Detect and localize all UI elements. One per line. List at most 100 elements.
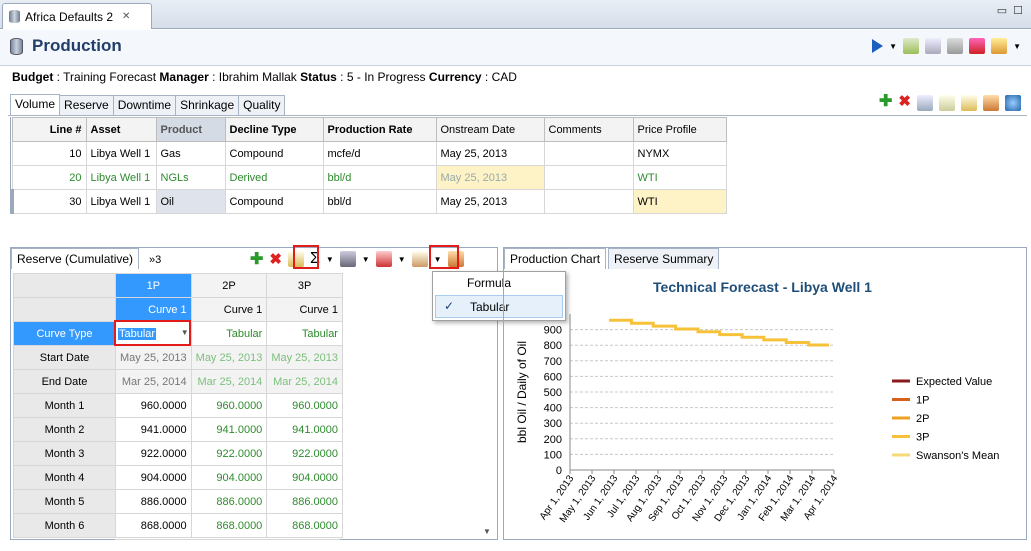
col-price-profile[interactable]: Price Profile xyxy=(632,117,727,142)
case-3p[interactable]: 3P xyxy=(266,273,343,298)
refresh-icon[interactable] xyxy=(1005,95,1021,111)
cell-decline-type[interactable]: Compound xyxy=(224,141,324,166)
edit-icon[interactable] xyxy=(961,95,977,111)
cell-production-rate[interactable]: bbl/d xyxy=(322,189,437,214)
cell-comments[interactable] xyxy=(543,189,634,214)
tab-reserve[interactable]: Reserve xyxy=(59,95,114,115)
editor-tab[interactable]: Africa Defaults 2 ✕ xyxy=(2,3,152,29)
value-cell[interactable]: 886.0000 xyxy=(190,489,268,514)
value-cell[interactable]: 922.0000 xyxy=(115,441,192,466)
chart-icon[interactable] xyxy=(917,95,933,111)
value-cell[interactable]: 941.0000 xyxy=(190,417,268,442)
curve-type-cell[interactable]: Tabular xyxy=(190,321,268,346)
value-cell[interactable]: 922.0000 xyxy=(190,441,268,466)
copy-icon[interactable] xyxy=(939,95,955,111)
value-cell[interactable]: 904.0000 xyxy=(190,465,268,490)
cell-production-rate[interactable]: bbl/d xyxy=(322,165,437,190)
case-1p[interactable]: 1P xyxy=(115,273,192,298)
value-cell[interactable]: 886.0000 xyxy=(115,489,192,514)
date-cell[interactable]: Mar 25, 2014 xyxy=(115,369,192,394)
curve-3p[interactable]: Curve 1 xyxy=(266,297,343,322)
value-cell[interactable]: 960.0000 xyxy=(115,393,192,418)
maximize-icon[interactable]: ☐ xyxy=(1013,4,1023,17)
delete-icon[interactable]: ✖ xyxy=(898,94,911,111)
date-cell[interactable]: May 25, 2013 xyxy=(190,345,268,370)
case-2p[interactable]: 2P xyxy=(190,273,268,298)
tab-quality[interactable]: Quality xyxy=(238,95,286,115)
cell-onstream-date[interactable]: May 25, 2013 xyxy=(435,141,545,166)
tab-production-chart[interactable]: Production Chart xyxy=(504,248,607,269)
cell-decline-type[interactable]: Derived xyxy=(224,165,324,190)
tab-downtime[interactable]: Downtime xyxy=(112,95,177,115)
table-row[interactable]: 20 Libya Well 1 NGLs Derived bbl/d May 2… xyxy=(11,165,727,190)
chevron-down-icon[interactable]: ▼ xyxy=(362,255,370,264)
value-cell[interactable]: 904.0000 xyxy=(266,465,343,490)
add-icon[interactable]: ✚ xyxy=(250,249,263,269)
cell-product[interactable]: Gas xyxy=(155,141,226,166)
date-cell[interactable]: May 25, 2013 xyxy=(115,345,192,370)
date-cell[interactable]: May 25, 2013 xyxy=(266,345,343,370)
date-cell[interactable]: Mar 25, 2014 xyxy=(190,369,268,394)
cell-product[interactable]: Oil xyxy=(155,189,226,214)
value-cell[interactable]: 868.0000 xyxy=(266,513,343,538)
col-production-rate[interactable]: Production Rate xyxy=(322,117,437,142)
cell-asset[interactable]: Libya Well 1 xyxy=(85,165,157,190)
value-cell[interactable]: 904.0000 xyxy=(115,465,192,490)
cell-asset[interactable]: Libya Well 1 xyxy=(85,189,157,214)
tab-volume[interactable]: Volume xyxy=(10,94,61,115)
thumbs-down-icon[interactable] xyxy=(947,38,964,54)
curve-type-cell[interactable]: Tabular xyxy=(266,321,343,346)
chevron-down-icon[interactable]: ▼ xyxy=(889,42,897,51)
cell-onstream-date[interactable]: May 25, 2013 xyxy=(435,189,545,214)
value-cell[interactable]: 868.0000 xyxy=(190,513,268,538)
col-onstream-date[interactable]: Onstream Date xyxy=(435,117,545,142)
tab-reserve-cumulative[interactable]: Reserve (Cumulative) xyxy=(11,248,140,269)
value-cell[interactable]: 868.0000 xyxy=(115,513,192,538)
workflow-icon[interactable] xyxy=(991,38,1008,54)
curve-type-icon[interactable] xyxy=(411,251,428,267)
col-asset[interactable]: Asset xyxy=(85,117,157,142)
value-cell[interactable]: 922.0000 xyxy=(266,441,343,466)
value-cell[interactable]: 941.0000 xyxy=(115,417,192,442)
cell-production-rate[interactable]: mcfe/d xyxy=(322,141,437,166)
cell-price-profile[interactable]: WTI xyxy=(632,189,727,214)
tab-reserve-summary[interactable]: Reserve Summary xyxy=(608,248,720,269)
col-product[interactable]: Product xyxy=(155,117,226,142)
chevron-down-icon[interactable]: ▼ xyxy=(1013,42,1021,51)
cell-product[interactable]: NGLs xyxy=(155,165,226,190)
import-icon[interactable] xyxy=(375,251,392,267)
value-cell[interactable]: 886.0000 xyxy=(266,489,343,514)
reject-icon[interactable] xyxy=(969,38,986,54)
tools-icon[interactable] xyxy=(339,251,356,267)
close-icon[interactable]: ✕ xyxy=(122,11,130,22)
tab-shrinkage[interactable]: Shrinkage xyxy=(175,95,240,115)
col-comments[interactable]: Comments xyxy=(543,117,634,142)
value-cell[interactable]: 960.0000 xyxy=(190,393,268,418)
grid-icon[interactable] xyxy=(983,95,999,111)
cell-decline-type[interactable]: Compound xyxy=(224,189,324,214)
minimize-icon[interactable]: ▭ xyxy=(997,4,1007,17)
more-tabs-indicator[interactable]: »3 xyxy=(143,254,167,269)
run-icon[interactable] xyxy=(872,39,884,53)
col-decline-type[interactable]: Decline Type xyxy=(224,117,324,142)
copy-icon[interactable] xyxy=(925,38,942,54)
date-cell[interactable]: Mar 25, 2014 xyxy=(266,369,343,394)
curve-1p[interactable]: Curve 1 xyxy=(115,297,192,322)
cell-onstream-date[interactable]: May 25, 2013 xyxy=(435,165,545,190)
cell-price-profile[interactable]: NYMX xyxy=(632,141,727,166)
cell-comments[interactable] xyxy=(543,141,634,166)
add-icon[interactable]: ✚ xyxy=(879,94,892,111)
table-row[interactable]: 30 Libya Well 1 Oil Compound bbl/d May 2… xyxy=(10,189,727,214)
cell-price-profile[interactable]: WTI xyxy=(632,165,727,190)
cell-comments[interactable] xyxy=(543,165,634,190)
chevron-down-icon[interactable]: ▼ xyxy=(398,255,406,264)
chevron-down-icon[interactable]: ▼ xyxy=(326,255,334,264)
col-line[interactable]: Line # xyxy=(11,117,87,142)
value-cell[interactable]: 960.0000 xyxy=(266,393,343,418)
delete-icon[interactable]: ✖ xyxy=(269,250,282,268)
table-row[interactable]: 10 Libya Well 1 Gas Compound mcfe/d May … xyxy=(11,141,727,166)
scroll-down-icon[interactable]: ▼ xyxy=(483,527,491,536)
cell-asset[interactable]: Libya Well 1 xyxy=(85,141,157,166)
curve-2p[interactable]: Curve 1 xyxy=(190,297,268,322)
value-cell[interactable]: 941.0000 xyxy=(266,417,343,442)
